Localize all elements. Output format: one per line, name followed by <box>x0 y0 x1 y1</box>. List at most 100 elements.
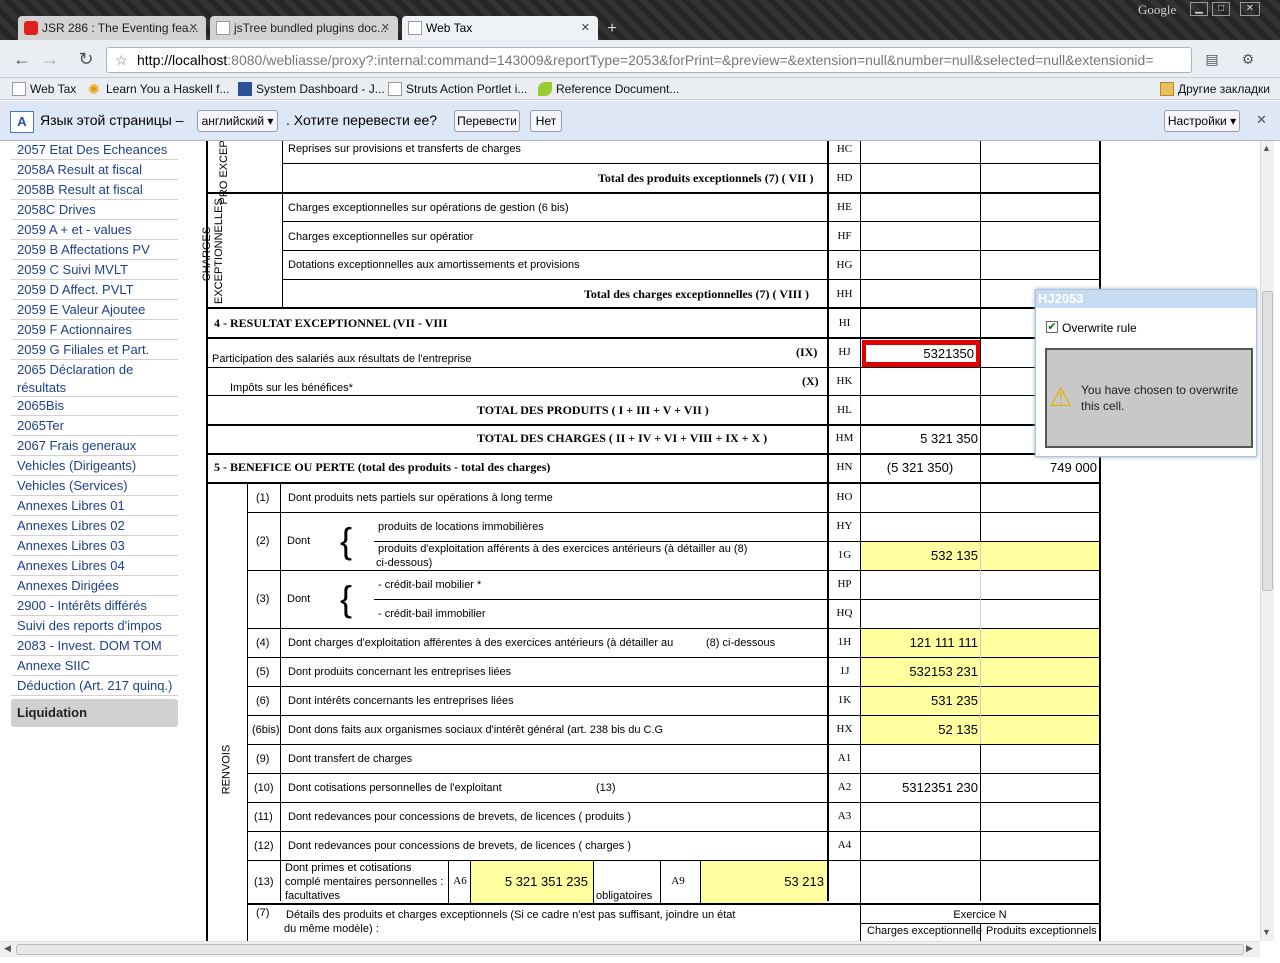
url-host: http://localhost <box>137 52 228 68</box>
forward-button[interactable]: → <box>38 47 62 71</box>
renvoi-num-4: (4) <box>256 637 270 649</box>
sidebar-item[interactable]: 2059 E Valeur Ajoutee <box>11 301 178 320</box>
horizontal-scrollbar[interactable]: ◀ ▶ <box>0 941 1260 957</box>
sidebar-item[interactable]: Annexes Libres 04 <box>11 557 178 576</box>
bookmark-reference[interactable]: Reference Document... <box>536 81 679 97</box>
vertical-scrollbar[interactable]: ▲ ▼ <box>1260 141 1274 941</box>
back-button[interactable]: ← <box>10 47 34 71</box>
close-tab-icon[interactable]: ✕ <box>581 16 590 40</box>
renvoi-sub-2c: ci-dessous) <box>376 557 433 569</box>
tab-jstree[interactable]: jsTree bundled plugins doc... ✕ <box>210 16 398 40</box>
tab-jsr286[interactable]: JSR 286 : The Eventing fea... ✕ <box>18 16 206 40</box>
sidebar-item-liquidation[interactable]: Liquidation <box>11 699 178 727</box>
sidebar-item[interactable]: Annexes Libres 03 <box>11 537 178 556</box>
bookmarks-bar: Web Tax ✺ Learn You a Haskell f... System… <box>0 78 1280 100</box>
sidebar-item[interactable]: Vehicles (Services) <box>11 477 178 496</box>
sidebar-item[interactable]: 2059 F Actionnaires <box>11 321 178 340</box>
value-hx[interactable]: 52 135 <box>862 722 978 737</box>
value-hn-1[interactable]: (5 321 350) <box>862 460 978 475</box>
value-hn-2[interactable]: 749 000 <box>982 460 1097 475</box>
google-label: Google <box>1138 2 1177 17</box>
renvoi-label-4: Dont charges d'exploitation afférentes à… <box>288 637 674 649</box>
form-2053: PRO EXCEPT CHARGES EXCEPTIONNELLES Repri… <box>190 141 1260 941</box>
page-menu-icon[interactable]: ▤ <box>1200 47 1224 71</box>
sidebar-item[interactable]: Suivi des reports d'impos <box>11 617 178 636</box>
scroll-up-icon[interactable]: ▲ <box>1262 143 1271 153</box>
bookmark-struts[interactable]: Struts Action Portlet i... <box>386 81 527 97</box>
scroll-left-icon[interactable]: ◀ <box>4 943 11 954</box>
code-a1: A1 <box>837 752 852 764</box>
row-label-he: Charges exceptionnelles sur opérations d… <box>288 202 569 214</box>
value-1j[interactable]: 532153 231 <box>862 664 978 679</box>
code-a9: A9 <box>671 875 685 887</box>
code-hh: HH <box>836 288 853 300</box>
sidebar-item[interactable]: 2065Ter <box>11 417 178 436</box>
sidebar-item[interactable]: Annexes Libres 02 <box>11 517 178 536</box>
sidebar-item[interactable]: 2067 Frais generaux <box>11 437 178 456</box>
scroll-down-icon[interactable]: ▼ <box>1262 927 1271 937</box>
renvoi-num-6: (6) <box>256 695 270 707</box>
sidebar-item[interactable]: 2083 - Invest. DOM TOM <box>11 637 178 656</box>
value-a9[interactable]: 53 213 <box>702 874 824 889</box>
sidebar-item[interactable]: 2058A Result at fiscal <box>11 161 178 180</box>
star-icon[interactable]: ☆ <box>115 48 128 72</box>
reload-button[interactable]: ↻ <box>74 47 98 71</box>
value-a6[interactable]: 5 321 351 235 <box>472 874 588 889</box>
maximize-button[interactable]: □ <box>1212 2 1230 16</box>
renvoi-extra-4: (8) ci-dessous <box>706 637 776 649</box>
sidebar-item[interactable]: Annexes Dirigées <box>11 577 178 596</box>
close-window-button[interactable]: ✕ <box>1240 2 1260 16</box>
sidebar-item[interactable]: 2059 C Suivi MVLT <box>11 261 178 280</box>
sidebar-item[interactable]: 2059 G Filiales et Part. <box>11 341 178 360</box>
sidebar-item[interactable]: Déduction (Art. 217 quinq.) <box>11 677 178 696</box>
address-bar[interactable]: ☆ http://localhost:8080/webliasse/proxy?… <box>106 47 1192 73</box>
sidebar-item[interactable]: Annexe SIIC <box>11 657 178 676</box>
bookmark-haskell[interactable]: ✺ Learn You a Haskell f... <box>86 81 229 97</box>
sidebar-item[interactable]: 2059 D Affect. PVLT <box>11 281 178 300</box>
bookmark-label: Web Tax <box>30 82 77 96</box>
tab-web-tax[interactable]: Web Tax ✕ <box>402 16 598 40</box>
sidebar-item[interactable]: 2058C Drives <box>11 201 178 220</box>
scroll-thumb[interactable] <box>1262 291 1273 591</box>
sidebar-item[interactable]: 2065Bis <box>11 397 178 416</box>
close-tab-icon[interactable]: ✕ <box>381 16 390 40</box>
scroll-right-icon[interactable]: ▶ <box>1246 943 1253 954</box>
other-bookmarks[interactable]: Другие закладки <box>1158 81 1270 97</box>
value-hm[interactable]: 5 321 350 <box>862 431 978 446</box>
bookmark-system-dashboard[interactable]: System Dashboard - J... <box>236 81 385 97</box>
new-tab-button[interactable]: + <box>602 20 622 38</box>
sidebar-item[interactable]: Annexes Libres 01 <box>11 497 178 516</box>
renvoi-sub-2a: produits de locations immobilières <box>378 521 544 533</box>
translate-bar: A Язык этой страницы – английский ▾ . Хо… <box>0 101 1280 141</box>
bookmark-web-tax[interactable]: Web Tax <box>10 81 76 97</box>
sidebar-item[interactable]: 2057 Etat Des Echeances <box>11 141 178 160</box>
sidebar-item[interactable]: 2900 - Intérêts différés <box>11 597 178 616</box>
brace-2: { <box>340 520 353 561</box>
translate-settings-button[interactable]: Настройки ▾ <box>1164 110 1240 132</box>
minimize-button[interactable]: ▁ <box>1190 2 1208 16</box>
wrench-icon[interactable]: ⚙ <box>1236 47 1260 71</box>
sidebar-item[interactable]: 2065 Déclaration de résultats <box>11 361 141 397</box>
sidebar-item[interactable]: 2059 B Affectations PV <box>11 241 178 260</box>
row-label-hd: Total des produits exceptionnels (7) ( V… <box>598 171 814 185</box>
value-a2[interactable]: 5312351 230 <box>862 780 978 795</box>
hj-input[interactable]: 5321350 <box>862 340 980 367</box>
no-translate-button[interactable]: Нет <box>530 110 562 132</box>
language-value: английский <box>201 114 265 128</box>
sidebar-item[interactable]: Vehicles (Dirigeants) <box>11 457 178 476</box>
renvoi-num-2: (2) <box>256 535 270 547</box>
code-ho: HO <box>836 491 853 503</box>
translate-button[interactable]: Перевести <box>454 110 520 132</box>
oracle-icon <box>24 21 38 35</box>
close-tab-icon[interactable]: ✕ <box>189 16 198 40</box>
sidebar-item[interactable]: 2058B Result at fiscal <box>11 181 178 200</box>
value-1g[interactable]: 532 135 <box>862 548 978 563</box>
close-translate-icon[interactable]: ✕ <box>1256 112 1267 128</box>
scroll-thumb[interactable] <box>16 944 1244 955</box>
renvoi-sub-2b: produits d'exploitation afférents à des … <box>378 543 748 555</box>
language-select[interactable]: английский ▾ <box>197 110 278 132</box>
overwrite-checkbox[interactable]: ✔ <box>1046 321 1058 333</box>
value-1k[interactable]: 531 235 <box>862 693 978 708</box>
value-1h[interactable]: 121 111 111 <box>862 635 978 650</box>
sidebar-item[interactable]: 2059 A + et - values <box>11 221 178 240</box>
